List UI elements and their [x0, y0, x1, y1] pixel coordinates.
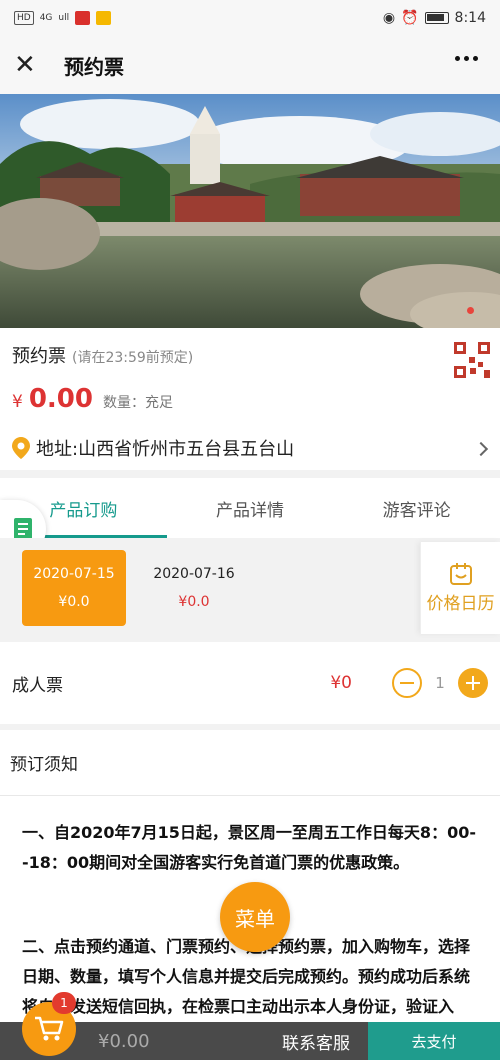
- close-icon[interactable]: ✕: [14, 52, 40, 78]
- quantity-stepper: 1: [392, 668, 488, 698]
- price-calendar-button[interactable]: 价格日历: [420, 542, 500, 634]
- booking-notice-heading: 预订须知: [0, 730, 500, 796]
- contact-service-button[interactable]: 联系客服: [282, 1029, 350, 1054]
- pay-button[interactable]: 去支付: [368, 1022, 500, 1060]
- plus-button[interactable]: [458, 668, 488, 698]
- tab-visitor-reviews[interactable]: 游客评论: [333, 478, 500, 538]
- price-row: ¥ 0.00 数量：充足: [12, 384, 488, 414]
- notice-paragraph-1: 一、自2020年7月15日起，景区周一至周五工作日每天8：00--18：00期间…: [22, 823, 476, 872]
- location-pin-icon: [12, 437, 30, 459]
- product-title-row: 预约票 (请在23:59前预定): [12, 342, 488, 368]
- status-bar: HD 4G ull ◉ ⏰ 8:14: [0, 0, 500, 36]
- price-value: 0.00: [28, 384, 93, 414]
- alarm-icon: ⏰: [401, 10, 419, 26]
- more-menu-icon[interactable]: [455, 56, 478, 61]
- ticket-row: 成人票 ¥0 1: [0, 642, 500, 724]
- app-notification-icon: [75, 11, 91, 25]
- carousel-indicator[interactable]: [467, 307, 474, 314]
- ticket-name: 成人票: [12, 675, 63, 696]
- quantity-status: 数量：充足: [102, 395, 173, 411]
- cart-total: ¥0.00: [98, 1030, 150, 1052]
- eye-icon: ◉: [382, 10, 396, 26]
- date-price: ¥0.0: [58, 594, 90, 610]
- banner-image: [0, 94, 500, 328]
- hd-indicator: HD: [14, 11, 34, 25]
- date-label: 2020-07-16: [153, 566, 235, 582]
- date-option-selected[interactable]: 2020-07-15 ¥0.0: [22, 550, 126, 626]
- address-text: 地址:山西省忻州市五台县五台山: [36, 439, 295, 460]
- mail-notification-icon: [96, 11, 112, 25]
- minus-button[interactable]: [392, 668, 422, 698]
- booking-hint: (请在23:59前预定): [72, 350, 194, 366]
- page-title: 预约票: [64, 54, 124, 79]
- network-indicator: 4G: [39, 13, 53, 23]
- menu-float-button[interactable]: 菜单: [220, 882, 290, 952]
- price-calendar-label: 价格日历: [426, 593, 495, 614]
- document-icon: [14, 518, 32, 540]
- date-selector: 2020-07-15 ¥0.0 2020-07-16 ¥0.0 价格日历: [0, 538, 500, 642]
- status-left: HD 4G ull: [14, 11, 112, 25]
- product-info: 预约票 (请在23:59前预定) ¥ 0.00 数量：充足 地址:山西省忻州市五台…: [0, 328, 500, 470]
- scenic-temple-photo: [0, 94, 500, 328]
- bottom-bar: 1 ¥0.00 联系客服 去支付: [0, 992, 500, 1060]
- date-option[interactable]: 2020-07-16 ¥0.0: [142, 550, 246, 626]
- battery-icon: [424, 12, 449, 24]
- product-title: 预约票: [12, 346, 66, 367]
- clock-time: 8:14: [454, 10, 486, 26]
- address-row[interactable]: 地址:山西省忻州市五台县五台山: [12, 428, 488, 468]
- cart-count-badge: 1: [52, 992, 76, 1014]
- date-price: ¥0.0: [178, 594, 210, 610]
- nav-bar: ✕ 预约票: [0, 36, 500, 94]
- quantity-value: 1: [435, 674, 445, 692]
- signal-icon: ull: [58, 13, 70, 23]
- qr-code-icon[interactable]: [454, 342, 490, 378]
- currency-symbol: ¥: [12, 392, 23, 412]
- ticket-price: ¥0: [330, 673, 352, 693]
- calendar-icon: [449, 562, 472, 585]
- shopping-cart-icon: [35, 1016, 64, 1041]
- date-label: 2020-07-15: [33, 566, 115, 582]
- tab-bar: 产品订购 产品详情 游客评论: [0, 478, 500, 538]
- tab-product-details[interactable]: 产品详情: [167, 478, 334, 538]
- status-right: ◉ ⏰ 8:14: [383, 10, 486, 26]
